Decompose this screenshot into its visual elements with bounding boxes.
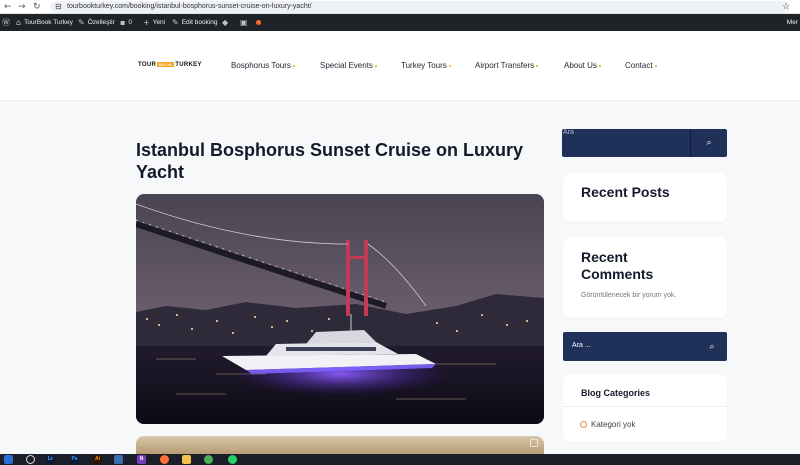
site-info-icon[interactable]: ⊟	[55, 1, 62, 13]
dropdown-dot-icon	[448, 65, 451, 67]
home-icon: ⌂	[16, 18, 22, 27]
chrome-icon[interactable]	[204, 455, 213, 464]
admin-comments-link[interactable]: ▪ 0	[120, 14, 132, 31]
menu-special-events[interactable]: Special Events	[320, 61, 377, 70]
dropdown-dot-icon	[374, 65, 377, 67]
os-taskbar: Lr Ps Ai N	[0, 454, 800, 465]
site-logo[interactable]: TOUR BOOK TURKEY	[138, 62, 202, 68]
start-icon[interactable]	[4, 455, 13, 464]
bookmark-star-icon[interactable]: ☆	[782, 1, 790, 13]
dropdown-dot-icon	[598, 65, 601, 67]
blog-categories-title: Blog Categories	[581, 388, 651, 398]
url-text[interactable]: tourbookturkey.com/booking/istanbul-bosp…	[67, 1, 312, 13]
app-icon[interactable]	[114, 455, 123, 464]
back-icon[interactable]: ←	[4, 1, 12, 13]
menu-turkey-tours[interactable]: Turkey Tours	[401, 61, 451, 70]
wp-admin-bar: Ⓦ ⌂ TourBook Turkey ✎ Özelleştir ▪ 0 + Y…	[0, 14, 800, 31]
browser-chrome: ← → ↻ ⊟ tourbookturkey.com/booking/istan…	[0, 0, 800, 14]
dropdown-dot-icon	[654, 65, 657, 67]
admin-new-link[interactable]: + Yeni	[143, 14, 165, 31]
post-title: Istanbul Bosphorus Sunset Cruise on Luxu…	[136, 140, 524, 182]
recent-comments-widget: Recent Comments Görüntülenecek bir yorum…	[563, 237, 727, 318]
whatsapp-icon[interactable]	[228, 455, 237, 464]
image-corner-icon	[530, 439, 538, 447]
search-input-top[interactable]: Ara	[562, 129, 691, 157]
site-header: TOUR BOOK TURKEY Bosphorus Tours Special E…	[0, 31, 800, 101]
brush-icon: ✎	[78, 18, 85, 27]
search-button-top[interactable]: ⌕	[691, 129, 727, 157]
bosphorus-night-yacht-image	[136, 194, 544, 424]
sidebar-search-bottom[interactable]: Ara ... ⌕	[563, 332, 727, 361]
menu-contact[interactable]: Contact	[625, 61, 657, 70]
recent-posts-title: Recent Posts	[581, 184, 670, 200]
plus-icon: +	[143, 18, 150, 27]
category-bullet-icon	[580, 421, 587, 428]
search-placeholder: Ara ...	[572, 342, 591, 349]
menu-bosphorus-tours[interactable]: Bosphorus Tours	[231, 61, 295, 70]
plugin-shield-icon[interactable]: ▣	[240, 14, 248, 31]
category-item[interactable]: Kategori yok	[580, 420, 635, 429]
admin-customize-link[interactable]: ✎ Özelleştir	[78, 14, 115, 31]
dropdown-dot-icon	[536, 65, 539, 67]
no-comments-text: Görüntülenecek bir yorum yok.	[581, 292, 677, 299]
divider	[563, 406, 727, 407]
reload-icon[interactable]: ↻	[33, 1, 41, 13]
photoshop-icon[interactable]: Ps	[70, 455, 79, 464]
firefox-icon[interactable]	[160, 455, 169, 464]
recent-comments-title: Recent Comments	[581, 249, 654, 282]
search-placeholder: Ara	[563, 129, 574, 136]
status-dot-icon[interactable]	[256, 14, 261, 31]
dropdown-dot-icon	[292, 65, 295, 67]
illustrator-icon[interactable]: Ai	[93, 455, 102, 464]
menu-airport-transfers[interactable]: Airport Transfers	[475, 61, 539, 70]
admin-account-label[interactable]: Mer	[787, 14, 798, 31]
search-icon: ⌕	[706, 138, 712, 148]
search-taskbar-icon[interactable]	[26, 455, 35, 464]
forward-icon[interactable]: →	[18, 1, 26, 13]
search-button-bottom[interactable]: ⌕	[697, 332, 727, 361]
blog-categories-widget: Blog Categories Kategori yok	[563, 375, 727, 442]
pencil-icon: ✎	[172, 18, 179, 27]
admin-edit-link[interactable]: ✎ Edit booking	[172, 14, 217, 31]
address-bar[interactable]: ⊟ tourbookturkey.com/booking/istanbul-bo…	[50, 1, 790, 13]
search-icon: ⌕	[709, 341, 715, 352]
folder-icon[interactable]	[182, 455, 191, 464]
lightroom-icon[interactable]: Lr	[46, 455, 55, 464]
wordpress-icon[interactable]: Ⓦ	[2, 14, 10, 31]
admin-site-link[interactable]: ⌂ TourBook Turkey	[16, 14, 73, 31]
comment-icon: ▪	[120, 18, 126, 27]
plugin-diamond-icon[interactable]: ◆	[222, 14, 228, 31]
sidebar-search-top: Ara ⌕	[562, 129, 727, 157]
post-featured-image	[136, 194, 544, 424]
menu-about-us[interactable]: About Us	[564, 61, 601, 70]
second-post-image	[136, 436, 544, 454]
onenote-icon[interactable]: N	[137, 455, 146, 464]
recent-posts-widget: Recent Posts	[563, 173, 727, 222]
